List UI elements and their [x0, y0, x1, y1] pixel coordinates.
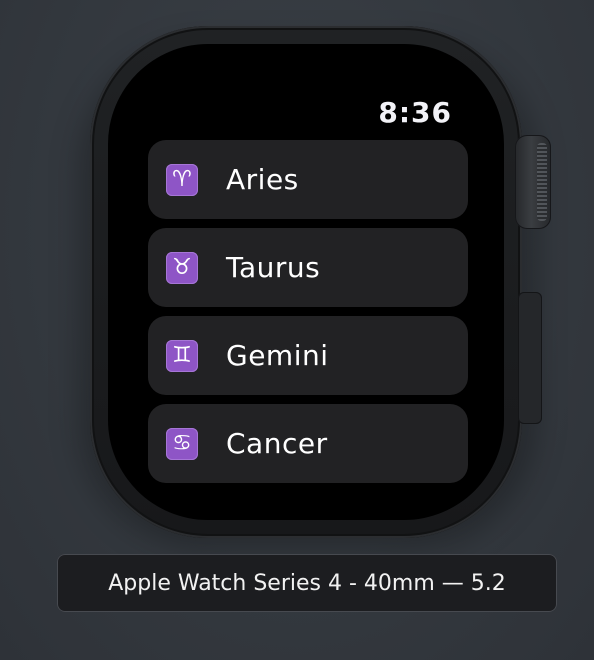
list-item-cancer[interactable]: ♋ Cancer	[148, 404, 468, 483]
watch-screen: 8:36 ♈ Aries ♉ Taurus ♊ Gemini ♋ Cancer	[108, 44, 504, 520]
digital-crown[interactable]	[515, 135, 551, 229]
list-item-aries[interactable]: ♈ Aries	[148, 140, 468, 219]
cancer-icon: ♋	[166, 427, 198, 460]
list-item-gemini[interactable]: ♊ Gemini	[148, 316, 468, 395]
gemini-icon: ♊	[166, 339, 198, 372]
list-item-label: Cancer	[226, 427, 328, 460]
list-item-label: Taurus	[226, 251, 321, 284]
list-item-taurus[interactable]: ♉ Taurus	[148, 228, 468, 307]
aries-icon: ♈	[166, 163, 198, 196]
taurus-icon: ♉	[166, 251, 198, 284]
device-caption: Apple Watch Series 4 - 40mm — 5.2	[57, 554, 557, 612]
side-button[interactable]	[518, 292, 542, 424]
status-time: 8:36	[378, 96, 452, 129]
zodiac-list: ♈ Aries ♉ Taurus ♊ Gemini ♋ Cancer	[148, 140, 468, 492]
list-item-label: Aries	[226, 163, 299, 196]
list-item-label: Gemini	[226, 339, 329, 372]
crown-ridges	[537, 143, 547, 221]
